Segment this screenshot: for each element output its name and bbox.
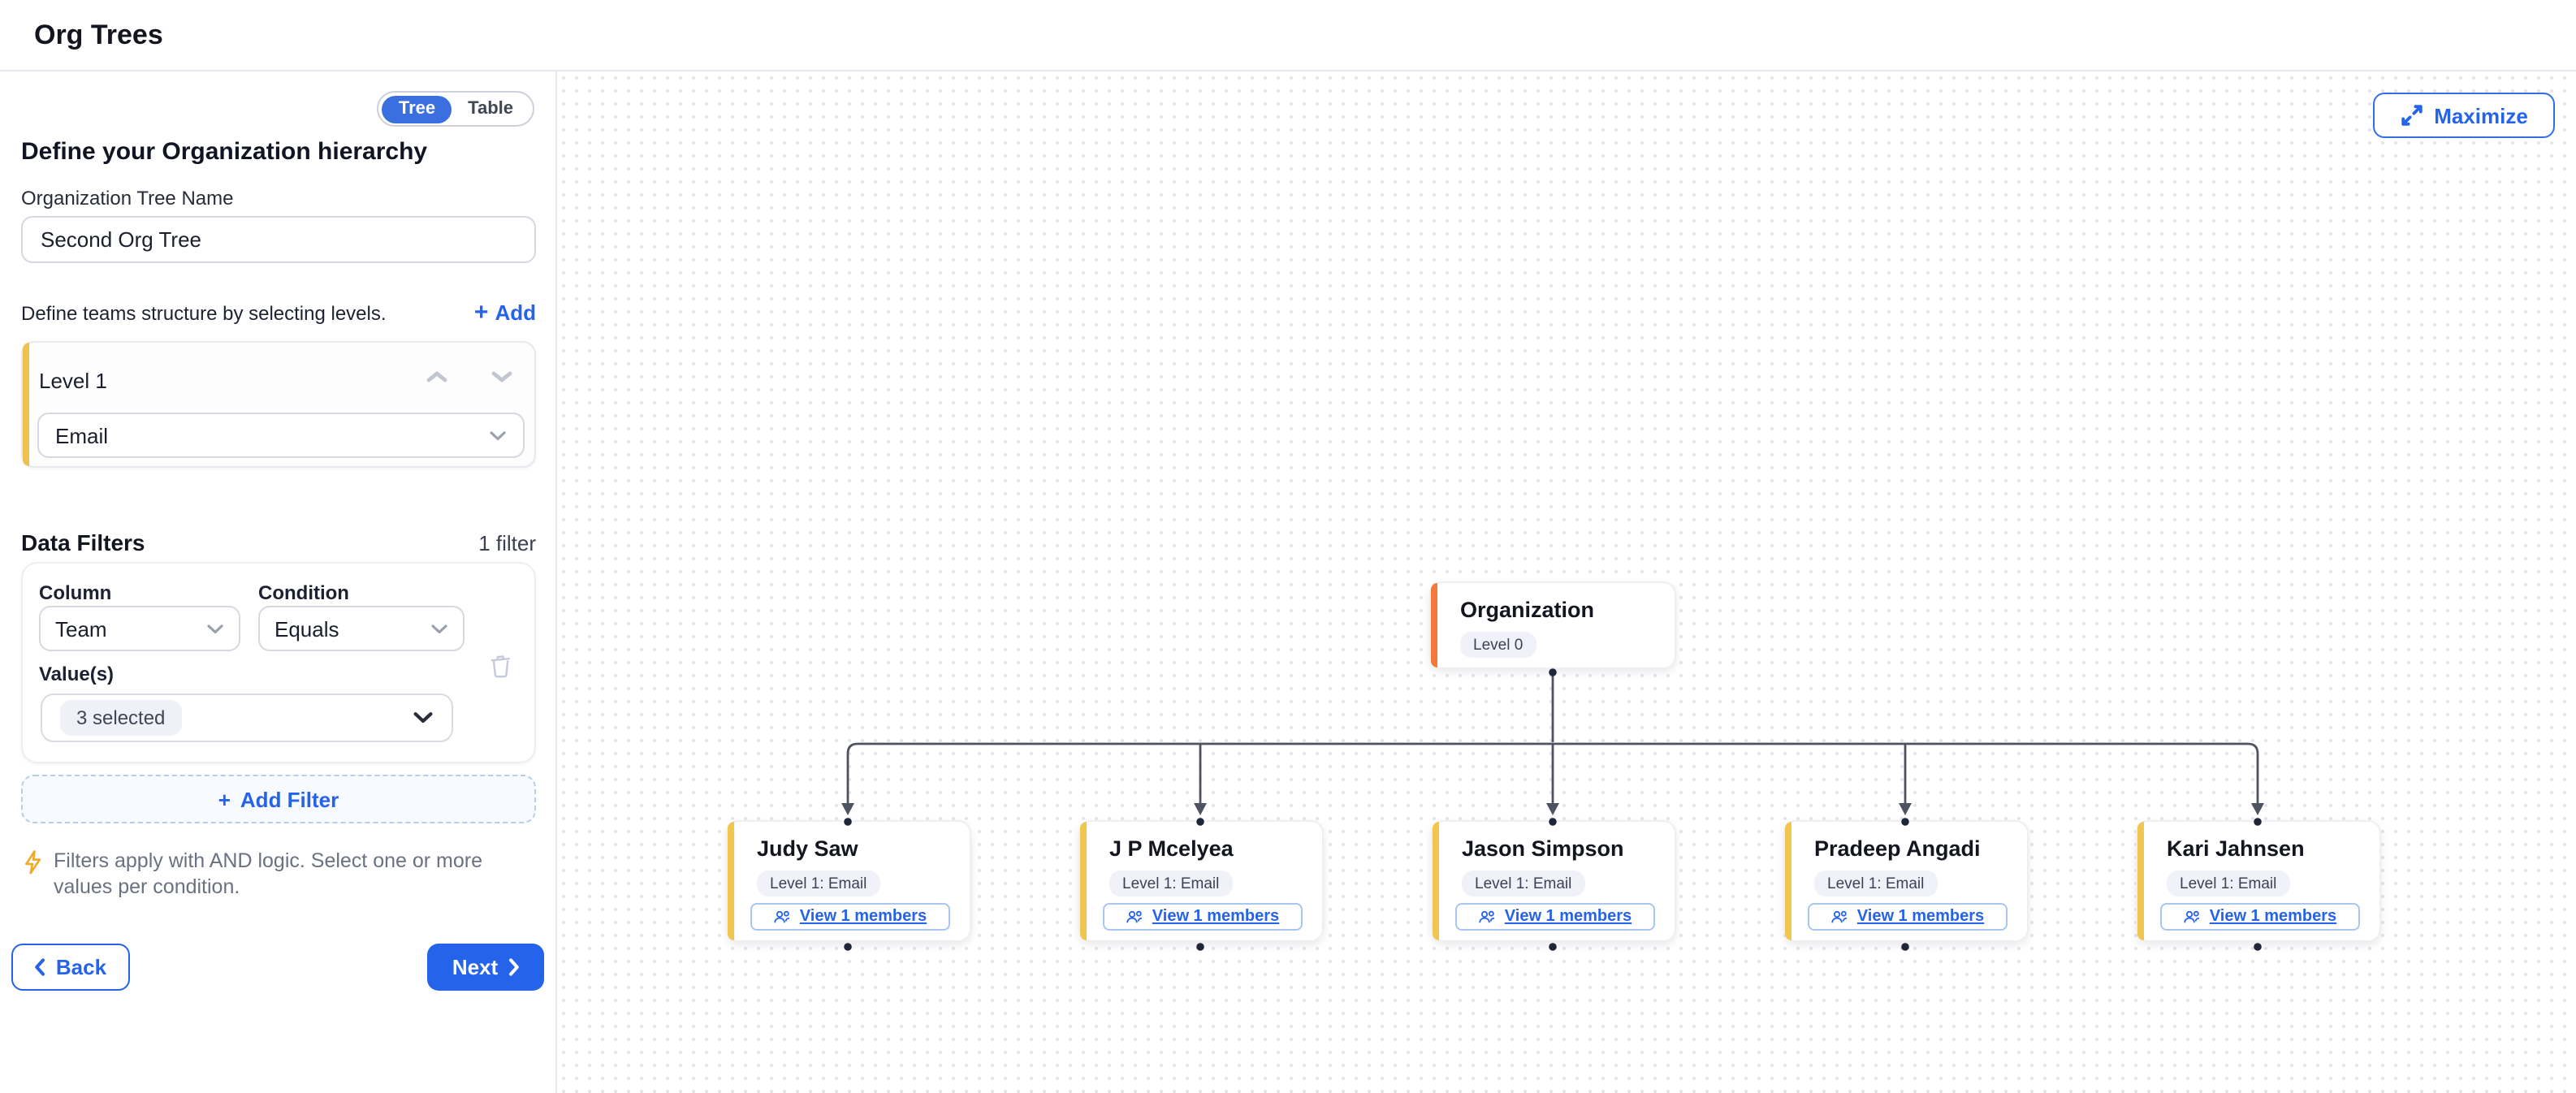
filter-condition-value: Equals	[274, 616, 339, 641]
view-members-label: View 1 members	[1505, 908, 1632, 926]
filter-column-select[interactable]: Team	[39, 606, 240, 651]
node-accent-bar	[1431, 583, 1437, 667]
tree-node-child[interactable]: J P Mcelyea Level 1: Email View 1 member…	[1078, 820, 1324, 942]
tree-node-child[interactable]: Pradeep Angadi Level 1: Email View 1 mem…	[1783, 820, 2029, 942]
page-title: Org Trees	[34, 0, 163, 70]
data-filters-title: Data Filters	[21, 529, 145, 555]
plus-icon: +	[218, 787, 231, 811]
filters-note-text: Filters apply with AND logic. Select one…	[54, 848, 516, 900]
node-level-badge: Level 1: Email	[757, 871, 880, 896]
node-accent-bar	[1785, 822, 1792, 940]
filter-values-multiselect[interactable]: 3 selected	[41, 693, 453, 742]
view-members-button[interactable]: View 1 members	[2160, 903, 2360, 931]
view-members-button[interactable]: View 1 members	[750, 903, 950, 931]
members-icon	[1831, 909, 1849, 924]
node-name: Pradeep Angadi	[1814, 836, 1981, 861]
filter-card: Column Condition Team Equals Valu	[21, 562, 536, 763]
view-members-label: View 1 members	[1152, 908, 1279, 926]
filter-count-badge: 1 filter	[478, 531, 536, 555]
levels-instruction: Define teams structure by selecting leve…	[21, 301, 387, 324]
level-column-select[interactable]: Email	[37, 413, 525, 458]
maximize-label: Maximize	[2434, 103, 2528, 127]
node-name: Judy Saw	[757, 836, 858, 861]
next-label: Next	[452, 955, 498, 979]
chevron-down-icon[interactable]	[491, 370, 513, 383]
top-bar: Org Trees	[0, 0, 2576, 71]
maximize-button[interactable]: Maximize	[2373, 93, 2555, 138]
node-accent-bar	[1080, 822, 1087, 940]
node-name: Organization	[1460, 598, 1594, 622]
node-accent-bar	[1433, 822, 1439, 940]
members-icon	[1479, 909, 1497, 924]
members-icon	[2184, 909, 2202, 924]
condition-label: Condition	[258, 581, 349, 604]
node-accent-bar	[2137, 822, 2144, 940]
delete-filter-button[interactable]	[489, 653, 515, 680]
level-label: Level 1	[39, 369, 107, 393]
node-name: Jason Simpson	[1462, 836, 1624, 861]
node-level-badge: Level 1: Email	[1462, 871, 1584, 896]
chevron-down-icon	[413, 711, 434, 724]
lightning-icon	[23, 849, 42, 875]
node-name: Kari Jahnsen	[2167, 836, 2305, 861]
tree-node-child[interactable]: Jason Simpson Level 1: Email View 1 memb…	[1431, 820, 1676, 942]
chevron-up-icon[interactable]	[426, 370, 448, 383]
plus-icon: +	[474, 300, 489, 325]
node-accent-bar	[728, 822, 734, 940]
tree-name-input[interactable]	[21, 216, 536, 263]
back-button[interactable]: Back	[11, 944, 130, 991]
level-card: Level 1 Email	[21, 341, 536, 468]
chevron-down-icon	[489, 430, 507, 441]
add-level-button[interactable]: + Add	[474, 300, 536, 325]
filter-condition-select[interactable]: Equals	[258, 606, 465, 651]
selected-values-chip: 3 selected	[60, 700, 181, 736]
add-filter-button[interactable]: + Add Filter	[21, 775, 536, 823]
view-members-label: View 1 members	[800, 908, 927, 926]
tree-node-root[interactable]: Organization Level 0	[1429, 581, 1676, 669]
level-accent-bar	[23, 343, 29, 466]
view-members-button[interactable]: View 1 members	[1808, 903, 2008, 931]
expand-icon	[2400, 104, 2423, 127]
view-toggle[interactable]: Tree Table	[378, 91, 534, 127]
toggle-option-tree[interactable]: Tree	[383, 95, 452, 123]
node-level-badge: Level 1: Email	[1814, 871, 1937, 896]
level-reorder-controls	[426, 370, 513, 383]
column-label: Column	[39, 581, 111, 604]
node-name: J P Mcelyea	[1109, 836, 1234, 861]
members-icon	[1126, 909, 1144, 924]
view-members-button[interactable]: View 1 members	[1103, 903, 1303, 931]
chevron-down-icon	[430, 623, 448, 634]
org-tree-canvas[interactable]: Maximize Organization Level 0 Judy Saw L…	[557, 71, 2576, 1093]
sidebar-panel: Tree Table Define your Organization hier…	[0, 71, 557, 1093]
add-filter-label: Add Filter	[240, 787, 339, 811]
view-members-label: View 1 members	[2210, 908, 2336, 926]
add-level-label: Add	[495, 300, 536, 325]
members-icon	[774, 909, 792, 924]
org-trees-page: Org Trees Tree Table Define your Organiz…	[0, 0, 2576, 1093]
level-column-value: Email	[55, 423, 108, 447]
trash-icon	[489, 653, 513, 679]
filter-column-value: Team	[55, 616, 107, 641]
view-members-button[interactable]: View 1 members	[1455, 903, 1655, 931]
node-level-badge: Level 0	[1460, 632, 1536, 658]
node-level-badge: Level 1: Email	[1109, 871, 1232, 896]
levels-row: Define teams structure by selecting leve…	[21, 300, 536, 325]
data-filters-row: Data Filters 1 filter	[21, 529, 536, 555]
chevron-left-icon	[35, 958, 46, 976]
toggle-option-table[interactable]: Table	[452, 95, 529, 123]
tree-node-child[interactable]: Kari Jahnsen Level 1: Email View 1 membe…	[2136, 820, 2381, 942]
filters-note: Filters apply with AND logic. Select one…	[23, 848, 516, 900]
chevron-down-icon	[206, 623, 224, 634]
back-label: Back	[56, 955, 106, 979]
chevron-right-icon	[508, 958, 519, 976]
view-members-label: View 1 members	[1857, 908, 1984, 926]
sidebar-heading: Define your Organization hierarchy	[21, 138, 427, 166]
edge-arrowheads	[841, 803, 2264, 815]
node-level-badge: Level 1: Email	[2167, 871, 2289, 896]
next-button[interactable]: Next	[427, 944, 544, 991]
values-label: Value(s)	[39, 663, 114, 685]
tree-name-label: Organization Tree Name	[21, 187, 233, 210]
tree-node-child[interactable]: Judy Saw Level 1: Email View 1 members	[726, 820, 971, 942]
